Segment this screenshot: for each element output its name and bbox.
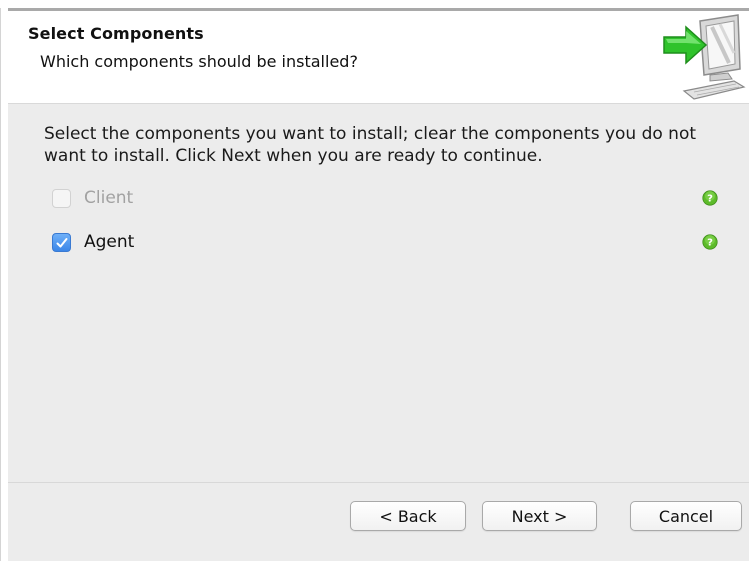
svg-text:?: ? <box>707 238 713 249</box>
cancel-button[interactable]: Cancel <box>630 501 742 531</box>
page-subtitle: Which components should be installed? <box>40 52 358 71</box>
component-selection-panel: Select the components you want to instal… <box>8 104 749 482</box>
next-button[interactable]: Next > <box>482 501 597 531</box>
help-icon[interactable]: ? <box>702 190 718 206</box>
wizard-footer: < Back Next > Cancel <box>8 482 749 561</box>
page-title: Select Components <box>28 24 204 43</box>
back-button[interactable]: < Back <box>350 501 466 531</box>
component-row-agent: Agent ? <box>52 231 722 257</box>
component-row-client: Client ? <box>52 187 722 213</box>
window-left-edge <box>0 8 1 561</box>
svg-text:?: ? <box>707 194 713 205</box>
help-icon[interactable]: ? <box>702 234 718 250</box>
client-checkbox[interactable] <box>52 189 71 208</box>
agent-label: Agent <box>84 232 135 252</box>
computer-with-arrow-icon <box>654 13 746 101</box>
instructions-text: Select the components you want to instal… <box>44 124 697 166</box>
agent-checkbox[interactable] <box>52 233 71 252</box>
setup-wizard-window: Select Components Which components shoul… <box>0 0 749 561</box>
client-label: Client <box>84 188 134 208</box>
wizard-header: Select Components Which components shoul… <box>8 11 749 104</box>
